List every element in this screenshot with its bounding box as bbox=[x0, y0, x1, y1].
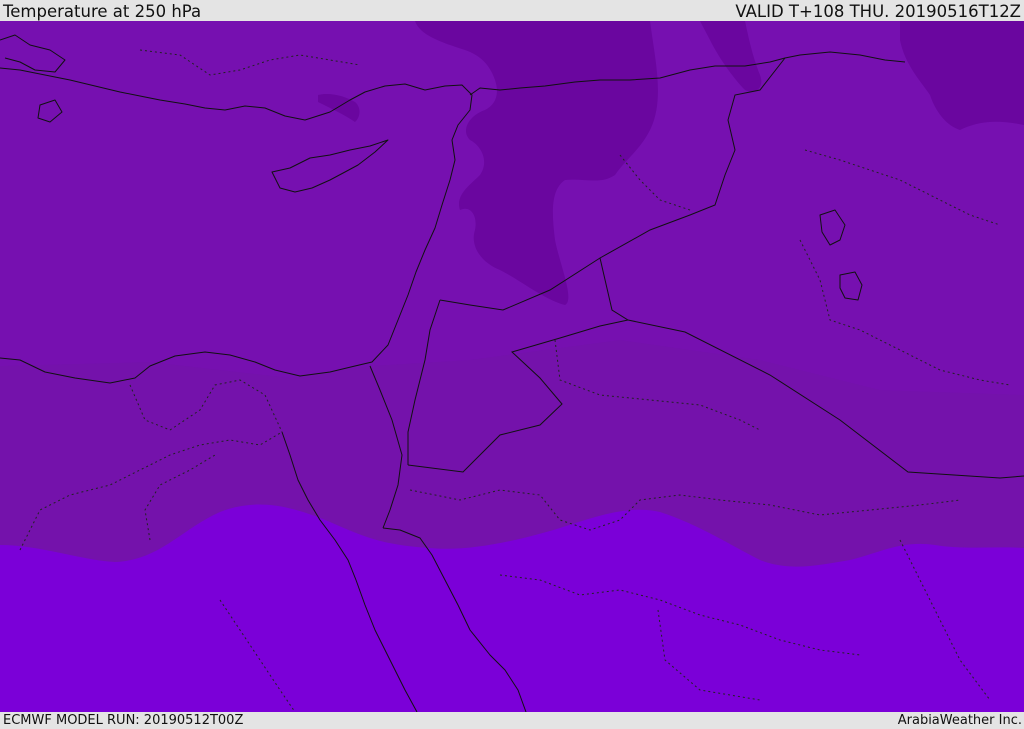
temperature-map[interactable] bbox=[0, 21, 1024, 712]
header-bar: Temperature at 250 hPa VALID T+108 THU. … bbox=[0, 0, 1024, 21]
valid-time-label: VALID T+108 THU. 20190516T12Z bbox=[735, 2, 1021, 21]
footer-bar: ECMWF MODEL RUN: 20190512T00Z ArabiaWeat… bbox=[0, 712, 1024, 729]
map-title: Temperature at 250 hPa bbox=[3, 2, 202, 21]
model-run-label: ECMWF MODEL RUN: 20190512T00Z bbox=[3, 712, 244, 728]
credit-label: ArabiaWeather Inc. bbox=[897, 712, 1022, 728]
